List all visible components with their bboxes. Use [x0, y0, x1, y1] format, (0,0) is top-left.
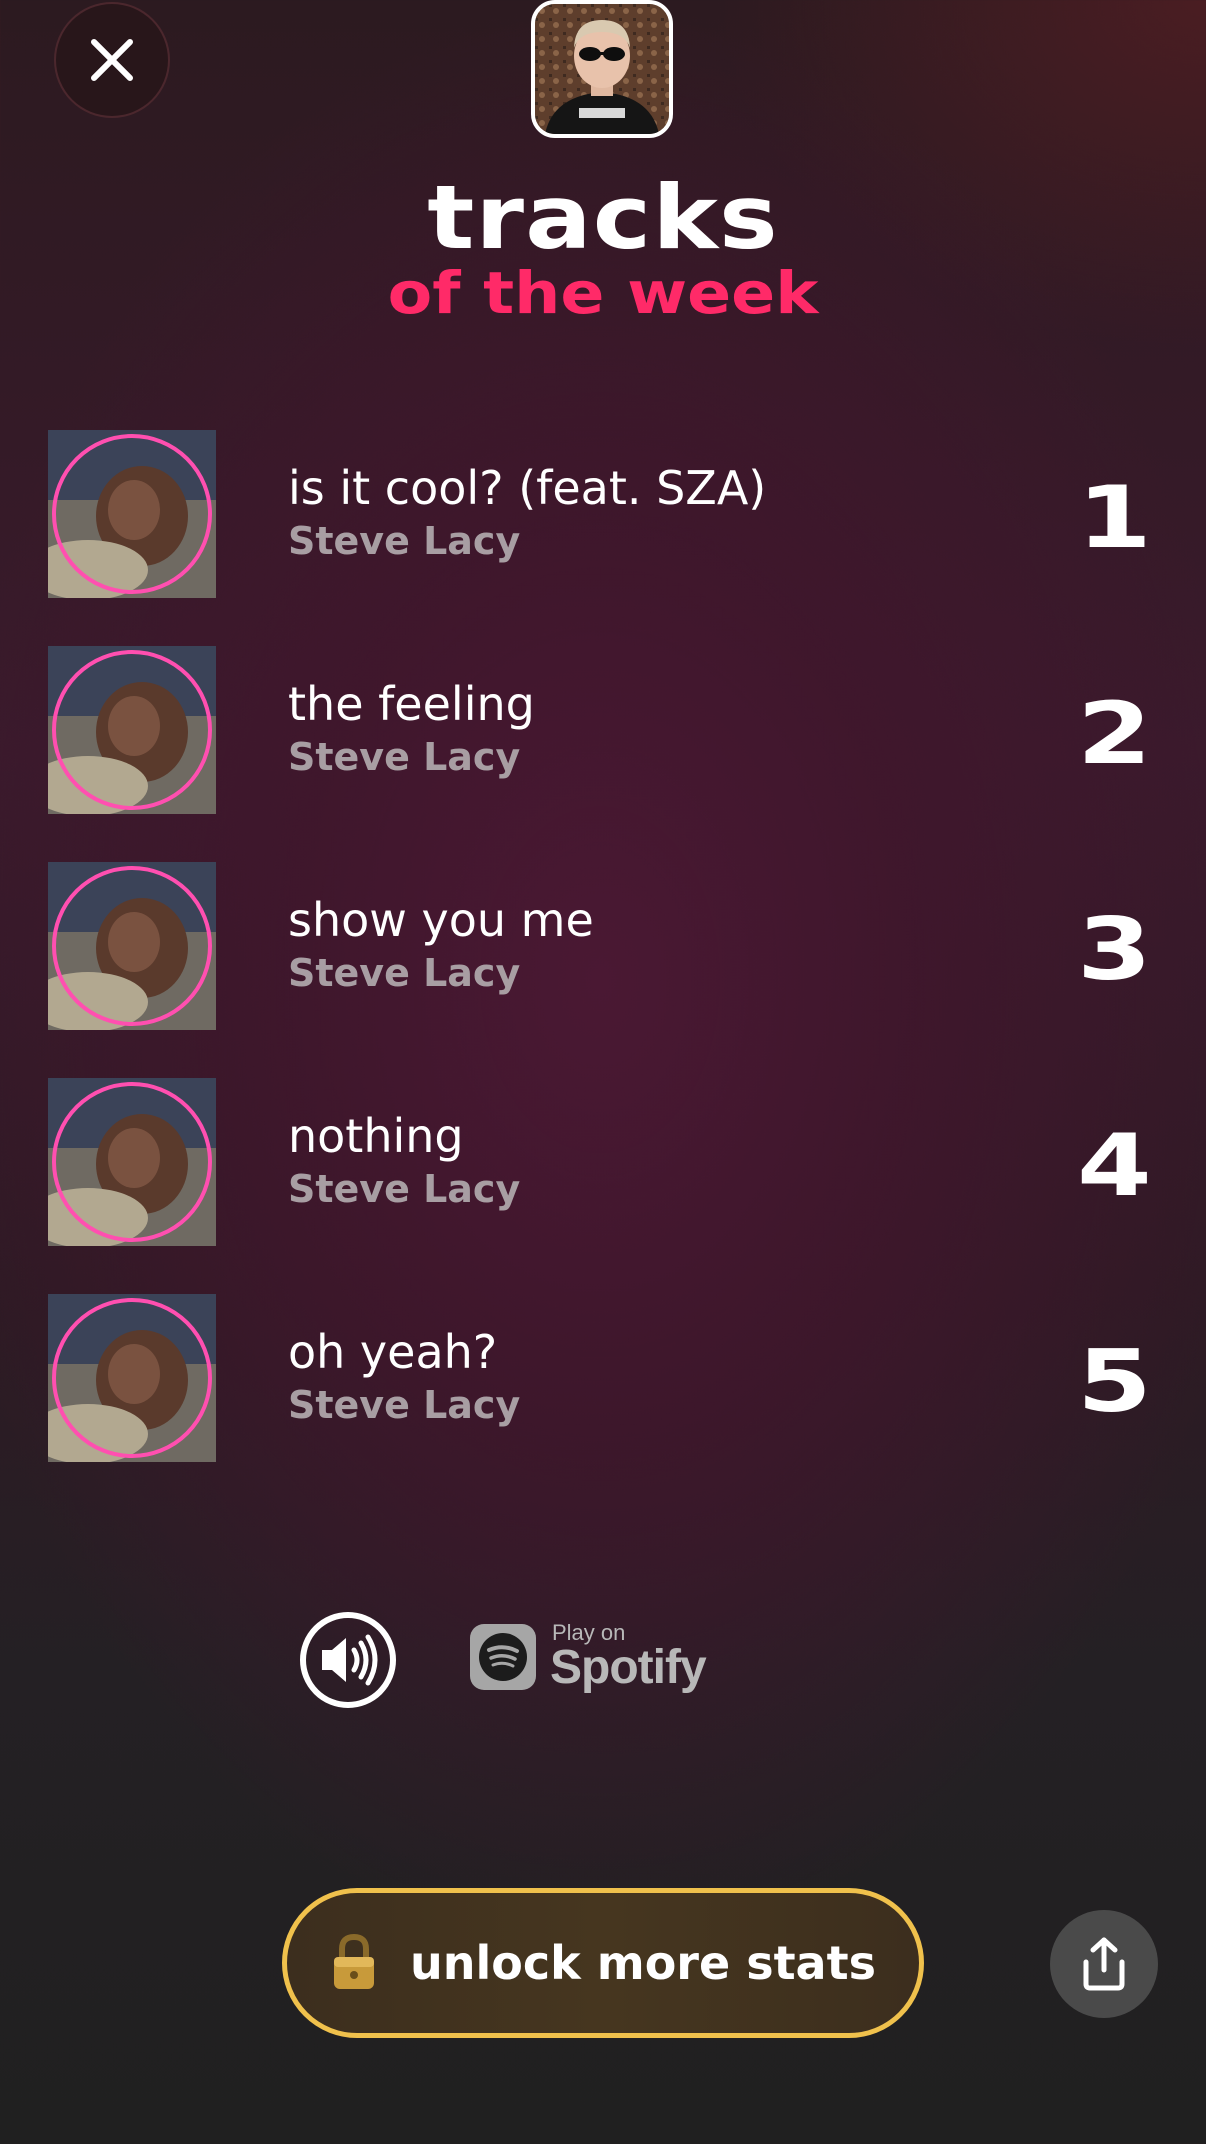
track-rank: 5	[1077, 1332, 1152, 1432]
track-title: show you me	[288, 893, 594, 947]
track-rank: 3	[1077, 900, 1152, 1000]
track-list: is it cool? (feat. SZA) Steve Lacy 1 the…	[0, 430, 1206, 1510]
album-cover	[48, 1294, 216, 1462]
album-cover	[48, 430, 216, 598]
track-row[interactable]: the feeling Steve Lacy 2	[0, 646, 1206, 862]
track-artist: Steve Lacy	[288, 1167, 521, 1211]
page-subtitle: of the week	[387, 259, 819, 327]
unlock-more-stats-button[interactable]: unlock more stats	[282, 1888, 924, 2038]
spotify-logo-icon	[470, 1624, 536, 1690]
close-button[interactable]	[54, 2, 170, 118]
close-icon	[91, 39, 133, 81]
track-title: oh yeah?	[288, 1325, 498, 1379]
track-artist: Steve Lacy	[288, 735, 521, 779]
album-cover	[48, 646, 216, 814]
track-artist: Steve Lacy	[288, 1383, 521, 1427]
track-rank: 4	[1077, 1116, 1152, 1216]
track-title: nothing	[288, 1109, 464, 1163]
track-rank: 1	[1077, 468, 1152, 568]
volume-icon	[300, 1612, 396, 1708]
track-row[interactable]: is it cool? (feat. SZA) Steve Lacy 1	[0, 430, 1206, 646]
track-title: is it cool? (feat. SZA)	[288, 461, 767, 515]
lock-icon	[330, 1933, 378, 1993]
track-row[interactable]: show you me Steve Lacy 3	[0, 862, 1206, 1078]
track-artist: Steve Lacy	[288, 519, 521, 563]
track-row[interactable]: oh yeah? Steve Lacy 5	[0, 1294, 1206, 1510]
page-title: tracks	[427, 166, 779, 269]
share-icon	[1083, 1937, 1125, 1991]
spotify-name-text: Spotify	[550, 1641, 707, 1694]
track-artist: Steve Lacy	[288, 951, 521, 995]
unlock-label: unlock more stats	[410, 1936, 876, 1990]
track-rank: 2	[1077, 684, 1152, 784]
album-cover	[48, 862, 216, 1030]
track-row[interactable]: nothing Steve Lacy 4	[0, 1078, 1206, 1294]
sound-toggle-button[interactable]	[298, 1610, 398, 1710]
album-cover	[48, 1078, 216, 1246]
play-on-spotify-button[interactable]: Play on Spotify	[470, 1620, 720, 1700]
share-button[interactable]	[1050, 1910, 1158, 2018]
user-avatar	[531, 0, 673, 138]
track-title: the feeling	[288, 677, 535, 731]
